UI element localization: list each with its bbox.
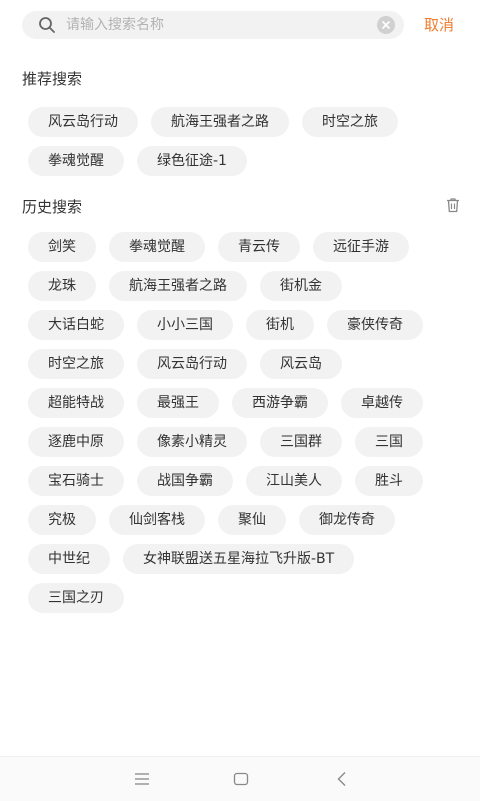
history-tag[interactable]: 拳魂觉醒 — [109, 232, 205, 262]
clear-icon[interactable] — [376, 15, 396, 35]
history-tag[interactable]: 御龙传奇 — [299, 505, 395, 535]
history-tag[interactable]: 大话白蛇 — [28, 310, 124, 340]
history-tag[interactable]: 中世纪 — [28, 544, 110, 574]
recommended-tag[interactable]: 时空之旅 — [302, 107, 398, 137]
history-tag[interactable]: 最强王 — [137, 388, 219, 418]
history-tag[interactable]: 龙珠 — [28, 271, 96, 301]
history-tag[interactable]: 女神联盟送五星海拉飞升版-BT — [123, 544, 355, 574]
history-tag[interactable]: 街机 — [246, 310, 314, 340]
search-icon — [39, 17, 55, 33]
recommended-tag[interactable]: 风云岛行动 — [28, 107, 138, 137]
home-icon[interactable] — [231, 769, 251, 789]
history-tag[interactable]: 风云岛 — [260, 349, 342, 379]
search-input[interactable] — [66, 13, 366, 37]
history-tag[interactable]: 三国 — [355, 427, 423, 457]
back-icon[interactable] — [332, 769, 352, 789]
system-nav-bar — [0, 756, 480, 801]
history-tag[interactable]: 战国争霸 — [137, 466, 233, 496]
history-tag[interactable]: 青云传 — [218, 232, 300, 262]
recommended-tag[interactable]: 绿色征途-1 — [137, 146, 247, 176]
history-tag[interactable]: 卓越传 — [341, 388, 423, 418]
cancel-button[interactable]: 取消 — [424, 14, 454, 35]
history-tag[interactable]: 街机金 — [260, 271, 342, 301]
recommended-title: 推荐搜索 — [22, 70, 83, 88]
recommended-tag[interactable]: 拳魂觉醒 — [28, 146, 124, 176]
recommended-tag[interactable]: 航海王强者之路 — [151, 107, 289, 137]
history-tag[interactable]: 聚仙 — [218, 505, 286, 535]
history-tag[interactable]: 逐鹿中原 — [28, 427, 124, 457]
history-tag[interactable]: 江山美人 — [246, 466, 342, 496]
trash-icon[interactable] — [444, 196, 462, 214]
search-bar — [22, 11, 404, 39]
history-tag[interactable]: 小小三国 — [137, 310, 233, 340]
history-title: 历史搜索 — [22, 198, 83, 216]
recommended-tag-list: 风云岛行动 航海王强者之路 时空之旅拳魂觉醒 绿色征途-1 — [28, 107, 460, 185]
history-tag[interactable]: 超能特战 — [28, 388, 124, 418]
history-tag[interactable]: 像素小精灵 — [137, 427, 247, 457]
menu-icon[interactable] — [132, 769, 152, 789]
history-tag[interactable]: 胜斗 — [355, 466, 423, 496]
history-tag[interactable]: 仙剑客栈 — [109, 505, 205, 535]
history-tag[interactable]: 宝石骑士 — [28, 466, 124, 496]
history-tag[interactable]: 时空之旅 — [28, 349, 124, 379]
history-tag[interactable]: 豪侠传奇 — [327, 310, 423, 340]
history-tag[interactable]: 剑笑 — [28, 232, 96, 262]
history-tag-list: 剑笑 拳魂觉醒 青云传 远征手游龙珠 航海王强者之路 街机金大话白蛇 小小三国 街机 豪侠传奇时… — [28, 232, 460, 622]
history-tag[interactable]: 航海王强者之路 — [109, 271, 247, 301]
history-tag[interactable]: 三国群 — [260, 427, 342, 457]
history-tag[interactable]: 远征手游 — [313, 232, 409, 262]
history-tag[interactable]: 风云岛行动 — [137, 349, 247, 379]
history-tag[interactable]: 三国之刃 — [28, 583, 124, 613]
history-tag[interactable]: 究极 — [28, 505, 96, 535]
history-tag[interactable]: 西游争霸 — [232, 388, 328, 418]
